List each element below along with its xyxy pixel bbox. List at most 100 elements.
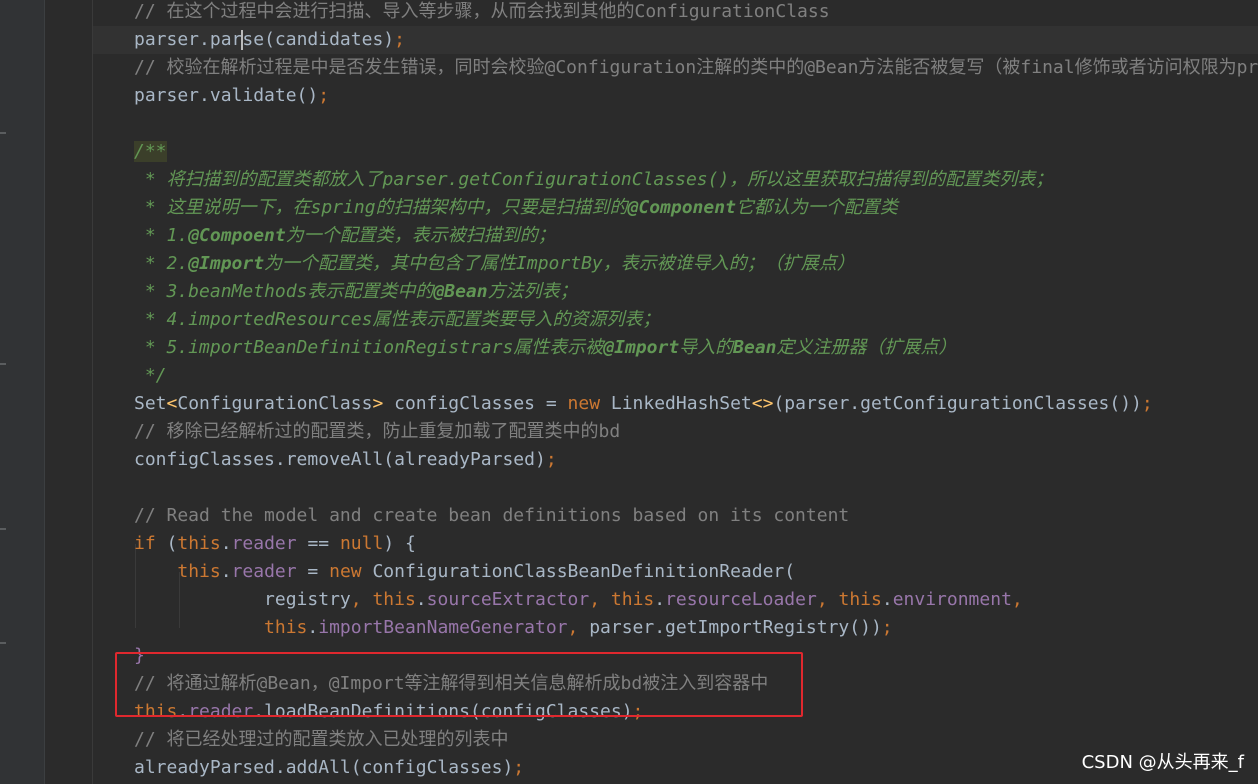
code-token: . bbox=[220, 533, 232, 554]
code-line[interactable]: if (this.reader == null) { bbox=[134, 530, 416, 558]
code-token: 方法列表； bbox=[487, 281, 578, 302]
code-line[interactable]: * 3.beanMethods表示配置类中的@Bean方法列表； bbox=[134, 278, 578, 306]
code-token: . bbox=[415, 589, 427, 610]
code-line[interactable]: /** bbox=[134, 138, 167, 166]
code-token: . bbox=[654, 589, 666, 610]
code-line[interactable]: // 将已经处理过的配置类放入已处理的列表中 bbox=[134, 726, 509, 754]
code-token: (candidates) bbox=[264, 29, 395, 50]
code-token: this bbox=[610, 589, 655, 610]
code-token: @Bean bbox=[433, 281, 488, 302]
code-token: @Import bbox=[603, 337, 680, 358]
code-token: configClasses.removeAll(alreadyParsed) bbox=[134, 449, 546, 470]
code-token: new bbox=[329, 561, 362, 582]
code-token: * 4.importedResources属性表示配置类要导入的资源列表； bbox=[134, 309, 661, 330]
code-token: * 3.beanMethods表示配置类中的 bbox=[134, 281, 434, 302]
code-line[interactable]: parser.parse(candidates); bbox=[134, 26, 405, 54]
line-number-gutter[interactable] bbox=[0, 0, 44, 784]
code-line[interactable]: configClasses.removeAll(alreadyParsed); bbox=[134, 446, 557, 474]
code-token: this bbox=[177, 533, 221, 554]
highlight-annotation-box bbox=[115, 652, 803, 717]
indent-guide-outer bbox=[92, 0, 93, 784]
code-token: this bbox=[372, 589, 416, 610]
code-line[interactable]: // Read the model and create bean defini… bbox=[134, 502, 849, 530]
fold-marker[interactable] bbox=[0, 363, 6, 365]
code-line[interactable]: this.importBeanNameGenerator, parser.get… bbox=[134, 614, 893, 642]
code-token: = bbox=[296, 561, 330, 582]
code-token: , bbox=[350, 589, 373, 610]
code-token: reader bbox=[231, 561, 297, 582]
code-line[interactable]: parser.validate(); bbox=[134, 82, 329, 110]
code-token: ; bbox=[513, 757, 525, 778]
code-token: 导入的 bbox=[679, 337, 734, 358]
code-token: // 校验在解析过程是中是否发生错误，同时会校验@Configuration注解… bbox=[134, 57, 1258, 78]
code-line[interactable]: registry, this.sourceExtractor, this.res… bbox=[134, 586, 1023, 614]
fold-marker[interactable] bbox=[0, 528, 6, 530]
code-token: ; bbox=[881, 617, 893, 638]
code-line[interactable]: // 在这个过程中会进行扫描、导入等步骤，从而会找到其他的Configurati… bbox=[134, 0, 830, 26]
fold-marker[interactable] bbox=[0, 642, 6, 644]
code-token: ; bbox=[1141, 393, 1153, 414]
code-token: // Read the model and create bean defini… bbox=[134, 505, 850, 526]
code-token: * 这里说明一下，在spring的扫描架构中，只要是扫描到的 bbox=[134, 197, 628, 218]
code-token: , bbox=[816, 589, 839, 610]
code-token: registry bbox=[134, 589, 351, 610]
code-token: this bbox=[838, 589, 882, 610]
code-token: se bbox=[242, 29, 265, 50]
code-token: this bbox=[177, 561, 221, 582]
code-token: LinkedHashSet bbox=[600, 393, 752, 414]
code-line[interactable]: this.reader = new ConfigurationClassBean… bbox=[134, 558, 795, 586]
code-token: > bbox=[372, 393, 384, 414]
code-token: , bbox=[567, 617, 590, 638]
code-token: Set bbox=[134, 393, 167, 414]
code-token: == bbox=[296, 533, 340, 554]
code-line[interactable]: // 校验在解析过程是中是否发生错误，同时会校验@Configuration注解… bbox=[134, 54, 1258, 82]
code-token: ConfigurationClassBeanDefinitionReader( bbox=[361, 561, 796, 582]
code-token: 它都认为一个配置类 bbox=[735, 197, 898, 218]
code-token: * 将扫描到的配置类都放入了parser.getConfigurationCla… bbox=[134, 169, 1054, 190]
code-token: if bbox=[134, 533, 156, 554]
code-token: * 5.importBeanDefinitionRegistrars属性表示被 bbox=[134, 337, 604, 358]
code-token: sourceExtractor bbox=[426, 589, 590, 610]
code-token: // 移除已经解析过的配置类，防止重复加载了配置类中的bd bbox=[134, 421, 621, 442]
code-token: . bbox=[881, 589, 893, 610]
code-line[interactable]: * 这里说明一下，在spring的扫描架构中，只要是扫描到的@Component… bbox=[134, 194, 898, 222]
code-token: configClasses = bbox=[383, 393, 568, 414]
code-token: @Compoent bbox=[188, 225, 286, 246]
code-line[interactable]: Set<ConfigurationClass> configClasses = … bbox=[134, 390, 1153, 418]
code-token: ; bbox=[394, 29, 405, 50]
code-token: * 2. bbox=[134, 253, 189, 274]
code-token: 为一个配置类，其中包含了属性ImportBy，表示被谁导入的；（扩展点） bbox=[264, 253, 855, 274]
code-token: * 1. bbox=[134, 225, 189, 246]
code-token: Bean bbox=[733, 337, 777, 358]
fold-gutter[interactable] bbox=[45, 0, 92, 784]
code-line[interactable]: // 移除已经解析过的配置类，防止重复加载了配置类中的bd bbox=[134, 418, 620, 446]
code-token: <> bbox=[751, 393, 774, 414]
code-line[interactable]: * 5.importBeanDefinitionRegistrars属性表示被@… bbox=[134, 334, 957, 362]
code-line[interactable]: * 将扫描到的配置类都放入了parser.getConfigurationCla… bbox=[134, 166, 1053, 194]
code-token: alreadyParsed.addAll(configClasses) bbox=[134, 757, 514, 778]
code-token: parser.validate() bbox=[134, 85, 319, 106]
code-line[interactable]: * 4.importedResources属性表示配置类要导入的资源列表； bbox=[134, 306, 661, 334]
code-token: @Component bbox=[627, 197, 736, 218]
code-token: (parser.getConfigurationClasses()) bbox=[773, 393, 1142, 414]
fold-marker[interactable] bbox=[0, 132, 6, 134]
code-line[interactable]: * 2.@Import为一个配置类，其中包含了属性ImportBy，表示被谁导入… bbox=[134, 250, 855, 278]
code-token: , bbox=[1011, 589, 1023, 610]
code-token: reader bbox=[231, 533, 297, 554]
code-token: ( bbox=[155, 533, 178, 554]
code-token: parser.pa bbox=[134, 29, 232, 50]
code-line[interactable]: */ bbox=[134, 362, 167, 390]
code-token: , bbox=[589, 589, 611, 610]
code-token: ) { bbox=[383, 533, 416, 554]
code-token: new bbox=[567, 393, 601, 414]
code-token: @Import bbox=[188, 253, 265, 274]
code-line[interactable]: alreadyParsed.addAll(configClasses); bbox=[134, 754, 524, 782]
code-token: // 在这个过程中会进行扫描、导入等步骤，从而会找到其他的Configurati… bbox=[134, 1, 830, 22]
code-token: null bbox=[339, 533, 384, 554]
code-token: 定义注册器（扩展点） bbox=[776, 337, 957, 358]
code-token: importBeanNameGenerator bbox=[318, 617, 568, 638]
code-token: // 将已经处理过的配置类放入已处理的列表中 bbox=[134, 729, 509, 750]
code-line[interactable]: * 1.@Compoent为一个配置类，表示被扫描到的； bbox=[134, 222, 556, 250]
